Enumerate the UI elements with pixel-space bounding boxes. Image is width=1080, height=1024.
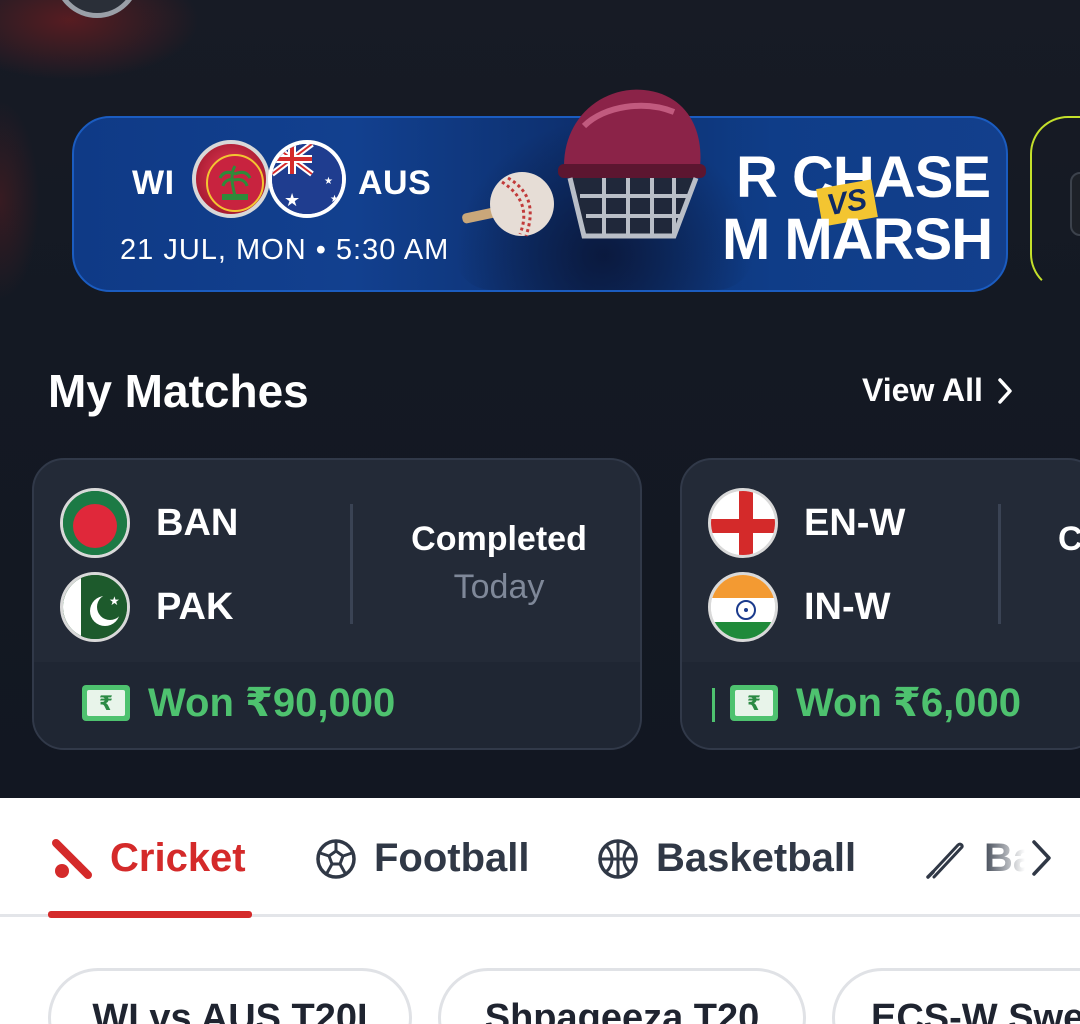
match-status: C — [1058, 520, 1080, 559]
football-icon — [316, 838, 356, 879]
match-card[interactable]: BAN ★ PAK Completed Today ₹ Won ₹90,000 — [32, 458, 642, 750]
divider — [998, 504, 1001, 624]
india-flag-icon — [708, 572, 778, 642]
wi-flag-icon — [192, 140, 270, 218]
svg-text:★: ★ — [284, 190, 300, 211]
tab-football[interactable]: Football — [314, 836, 530, 881]
aus-flag-icon: ★ ★ ★ — [268, 140, 346, 218]
cash-icon: ₹ — [730, 685, 778, 721]
match-status-sub: Today — [453, 568, 545, 606]
match-status: Completed — [411, 520, 587, 558]
promo-banner[interactable]: WI ★ ★ ★ AUS 21 JUL, MON • 5:30 AM R CHA… — [72, 89, 1008, 292]
tab-basketball[interactable]: Basketball — [596, 836, 856, 881]
view-all-label: View All — [862, 372, 983, 408]
team-row: ★ PAK — [60, 572, 233, 642]
banner-team1: WI — [132, 164, 175, 202]
team-name: IN-W — [804, 585, 891, 628]
active-tab-indicator — [48, 911, 252, 918]
team-row: EN-W — [708, 488, 905, 558]
cricket-bat-icon — [52, 838, 92, 879]
basketball-icon — [598, 838, 638, 879]
bangladesh-flag-icon — [60, 488, 130, 558]
svg-text:★: ★ — [330, 194, 339, 205]
tab-label: Basketball — [656, 836, 857, 880]
cash-icon: ₹ — [82, 685, 130, 721]
background-side-glow — [0, 100, 40, 300]
baseball-bat-icon — [926, 842, 964, 879]
banner-datetime: 21 JUL, MON • 5:30 AM — [120, 234, 450, 266]
chevron-right-icon — [998, 377, 1012, 404]
svg-text:★: ★ — [324, 176, 333, 187]
tab-label: Cricket — [110, 836, 246, 880]
section-title: My Matches — [48, 365, 309, 417]
footer-marker — [712, 688, 715, 722]
tournament-pill[interactable]: WI vs AUS T20I — [48, 968, 412, 1024]
helmet-icon — [544, 86, 714, 261]
team-name: EN-W — [804, 501, 906, 544]
banner-player2: M MARSH — [722, 207, 993, 272]
banner-team2: AUS — [358, 164, 432, 202]
divider — [350, 504, 353, 624]
pakistan-flag-icon: ★ — [60, 572, 130, 642]
pill-label: Shpageeza T20 — [484, 997, 760, 1024]
svg-text:★: ★ — [109, 594, 120, 608]
winnings-label: Won ₹6,000 — [796, 681, 1021, 725]
pill-label: ECS-W Swe — [871, 997, 1080, 1024]
view-all-link[interactable]: View All — [862, 372, 1013, 409]
match-card[interactable]: EN-W IN-W C ₹ Won ₹6,000 — [680, 458, 1080, 750]
winnings-label: Won ₹90,000 — [148, 681, 396, 725]
winnings: ₹ Won ₹6,000 — [730, 680, 1021, 726]
winnings: ₹ Won ₹90,000 — [82, 680, 395, 726]
chevron-right-icon[interactable] — [1030, 838, 1054, 883]
tab-label: Football — [374, 836, 530, 880]
tournament-pill[interactable]: Shpageeza T20 — [438, 968, 806, 1024]
team-row: BAN — [60, 488, 238, 558]
team-name: PAK — [156, 585, 234, 628]
team-row: IN-W — [708, 572, 891, 642]
england-flag-icon — [708, 488, 778, 558]
next-banner-element — [1070, 172, 1080, 236]
pill-label: WI vs AUS T20I — [92, 997, 368, 1024]
top-section: WI ★ ★ ★ AUS 21 JUL, MON • 5:30 AM R CHA… — [0, 0, 1080, 798]
tab-cricket[interactable]: Cricket — [50, 836, 246, 881]
tournament-pill[interactable]: ECS-W Swe — [832, 968, 1080, 1024]
team-name: BAN — [156, 501, 239, 544]
